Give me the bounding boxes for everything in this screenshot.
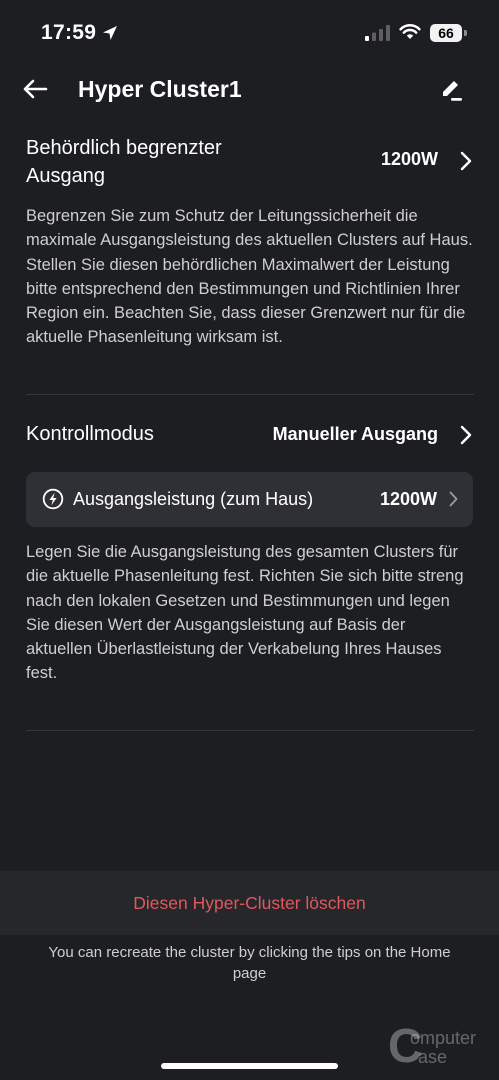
- location-arrow-icon: [103, 26, 117, 40]
- chevron-right-icon: [460, 425, 472, 445]
- chevron-right-icon: [449, 491, 458, 507]
- pencil-icon[interactable]: [437, 76, 465, 104]
- output-power-value: 1200W: [379, 489, 437, 509]
- status-time: 17:59: [41, 21, 97, 44]
- chevron-right-icon: [460, 151, 472, 171]
- status-bar: 17:59 66: [0, 0, 499, 62]
- page-title: Hyper Cluster1: [78, 76, 242, 102]
- watermark-line1: omputer: [410, 1028, 477, 1048]
- control-mode-value: Manueller Ausgang: [272, 424, 438, 444]
- output-power-label: Ausgangsleistung (zum Haus): [73, 489, 314, 509]
- bolt-icon: [42, 488, 64, 510]
- control-mode-row[interactable]: Kontrollmodus Manueller Ausgang: [26, 418, 474, 454]
- output-limit-description: Begrenzen Sie zum Schutz der Leitungssic…: [26, 207, 473, 347]
- battery-indicator: 66: [430, 24, 462, 42]
- output-power-card[interactable]: Ausgangsleistung (zum Haus) 1200W: [26, 472, 473, 527]
- divider: [26, 730, 474, 731]
- battery-level: 66: [438, 25, 454, 41]
- output-limit-row[interactable]: Behördlich begrenzter Ausgang 1200W: [26, 134, 474, 190]
- delete-cluster-button[interactable]: Diesen Hyper-Cluster löschen: [0, 871, 499, 935]
- battery-cap: [464, 30, 467, 36]
- divider: [26, 394, 474, 395]
- recreate-tips-text: You can recreate the cluster by clicking…: [48, 944, 451, 982]
- output-power-description: Legen Sie die Ausgangsleistung des gesam…: [26, 543, 464, 683]
- home-indicator[interactable]: [161, 1063, 338, 1069]
- wifi-icon: [399, 24, 421, 39]
- output-limit-value: 1200W: [380, 149, 438, 169]
- output-limit-label: Behördlich begrenzter Ausgang: [26, 137, 222, 187]
- nav-bar: Hyper Cluster1: [0, 62, 499, 118]
- delete-cluster-label: Diesen Hyper-Cluster löschen: [133, 892, 366, 913]
- watermark-line2: ase: [418, 1047, 448, 1067]
- watermark: C omputer ase: [388, 1023, 498, 1071]
- cellular-signal-icon: [365, 25, 390, 41]
- arrow-left-icon[interactable]: [22, 78, 48, 100]
- control-mode-label: Kontrollmodus: [26, 423, 154, 445]
